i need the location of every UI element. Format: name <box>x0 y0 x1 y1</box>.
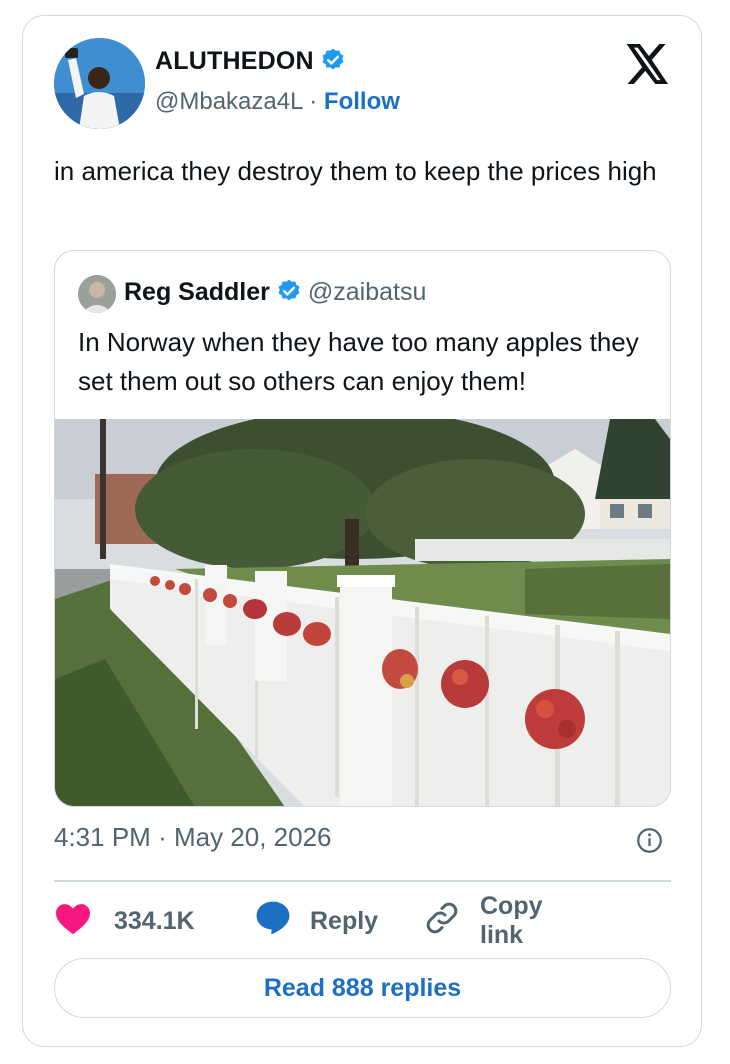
quoted-author-name[interactable]: Reg Saddler <box>124 278 270 306</box>
author-avatar[interactable] <box>54 38 145 129</box>
read-replies-button[interactable]: Read 888 replies <box>54 958 671 1018</box>
reply-bubble-icon <box>254 900 292 943</box>
reply-button[interactable]: Reply <box>254 896 378 946</box>
link-icon <box>424 900 460 943</box>
quoted-author-avatar[interactable] <box>78 275 116 313</box>
divider <box>54 880 671 882</box>
follow-button[interactable]: Follow <box>324 88 400 115</box>
like-button[interactable]: 334.1K <box>54 896 195 946</box>
verified-badge-icon <box>276 278 302 311</box>
quoted-tweet-text: In Norway when they have too many apples… <box>78 327 639 396</box>
author-name[interactable]: ALUTHEDON <box>155 47 346 80</box>
copy-link-label: Copy link <box>480 892 543 949</box>
copy-link-button[interactable]: Copy link <box>424 892 543 949</box>
tweet-time: 4:31 PM <box>54 822 151 852</box>
author-handle-row: @Mbakaza4L · Follow <box>155 88 400 116</box>
tweet-date: May 20, 2026 <box>173 822 332 852</box>
verified-badge-icon <box>320 47 346 80</box>
x-logo-icon[interactable] <box>626 44 670 84</box>
quoted-author-handle[interactable]: @zaibatsu <box>308 278 427 306</box>
author-handle[interactable]: @Mbakaza4L <box>155 88 303 115</box>
quoted-tweet[interactable]: Reg Saddler @zaibatsu In Norway when they… <box>54 250 671 807</box>
like-count: 334.1K <box>114 906 195 935</box>
info-icon[interactable] <box>636 827 663 854</box>
separator-dot: · <box>309 88 318 115</box>
quoted-tweet-photo[interactable] <box>55 409 670 806</box>
reply-label: Reply <box>310 906 379 935</box>
separator-dot: · <box>158 822 167 852</box>
tweet-text: in america they destroy them to keep the… <box>54 156 657 186</box>
read-replies-label: Read 888 replies <box>263 973 462 1002</box>
tweet-timestamp[interactable]: 4:31 PM · May 20, 2026 <box>54 822 332 853</box>
author-name-text: ALUTHEDON <box>155 47 314 75</box>
quoted-author-row: Reg Saddler @zaibatsu <box>124 278 426 311</box>
heart-icon <box>54 901 92 942</box>
